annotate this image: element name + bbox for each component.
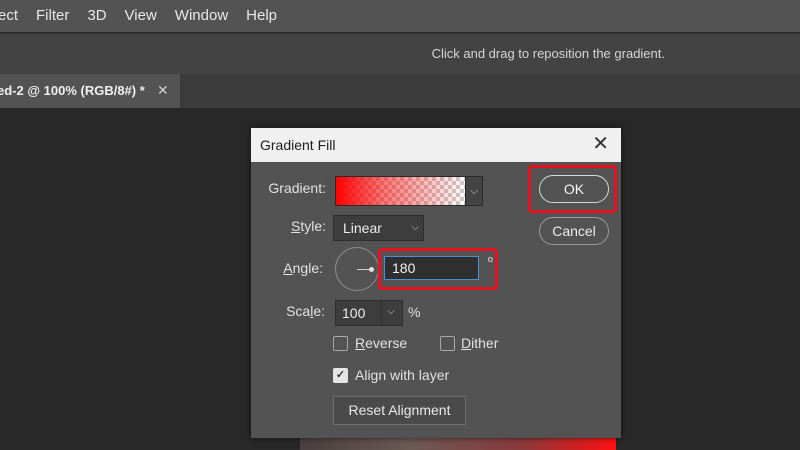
angle-label-rest: ngle: <box>292 260 323 276</box>
style-label: Style: <box>246 218 326 234</box>
menu-bar: ect Filter 3D View Window Help <box>0 0 800 32</box>
tab-close-icon[interactable]: ✕ <box>157 74 169 107</box>
chevron-down-icon: ⌵ <box>411 222 419 233</box>
document-tab[interactable]: ed-2 @ 100% (RGB/8#) * ✕ <box>0 74 180 108</box>
gradient-swatch[interactable] <box>335 176 467 206</box>
angle-label: Angle: <box>243 260 323 276</box>
menu-item-filter[interactable]: Filter <box>27 0 78 32</box>
gradient-dropdown-chevron-icon[interactable]: ⌵ <box>465 176 483 206</box>
menu-item-help[interactable]: Help <box>237 0 286 32</box>
menu-item-view[interactable]: View <box>116 0 166 32</box>
angle-highlight-box <box>378 248 498 290</box>
angle-dial[interactable] <box>335 247 379 291</box>
scale-label: Scale: <box>245 303 325 319</box>
reverse-label-rest: everse <box>365 335 408 351</box>
scale-value: 100 <box>342 305 366 321</box>
dither-checkbox[interactable] <box>440 336 455 351</box>
menu-item-select[interactable]: ect <box>0 0 27 32</box>
document-tab-label: ed-2 @ 100% (RGB/8#) * <box>0 83 145 98</box>
document-tab-bar: ed-2 @ 100% (RGB/8#) * ✕ <box>0 74 800 108</box>
checkmark-icon: ✓ <box>335 369 346 381</box>
style-select-value: Linear <box>343 220 382 236</box>
close-icon[interactable]: ✕ <box>592 128 609 161</box>
style-label-mnemonic: S <box>290 218 301 234</box>
options-hint-text: Click and drag to reposition the gradien… <box>431 46 665 61</box>
dialog-title: Gradient Fill <box>260 137 336 153</box>
style-select[interactable]: Linear ⌵ <box>333 215 424 241</box>
ok-highlight-box <box>528 165 617 213</box>
reverse-label: Reverse <box>355 335 407 351</box>
options-bar: Click and drag to reposition the gradien… <box>0 33 800 75</box>
scale-label-pre: Sca <box>286 303 311 319</box>
scale-dropdown-chevron-icon[interactable]: ⌵ <box>381 300 400 324</box>
menu-item-window[interactable]: Window <box>166 0 237 32</box>
dither-label-rest: ither <box>471 335 499 351</box>
reverse-checkbox[interactable] <box>333 336 348 351</box>
angle-label-mnemonic: A <box>283 260 293 276</box>
canvas-image <box>300 436 616 450</box>
gradient-label: Gradient: <box>268 180 326 196</box>
scale-label-rest: e: <box>313 303 325 319</box>
percent-label: % <box>408 304 421 320</box>
reverse-label-mnemonic: R <box>355 335 366 351</box>
menu-item-3d[interactable]: 3D <box>78 0 115 32</box>
cancel-button[interactable]: Cancel <box>539 217 609 245</box>
align-with-layer-label: Align with layer <box>355 367 450 383</box>
align-with-layer-checkbox[interactable]: ✓ <box>333 368 348 383</box>
dialog-title-bar[interactable]: Gradient Fill ✕ <box>251 128 621 162</box>
gradient-fill-dialog: Gradient Fill ✕ Gradient: ⌵ Style: Linea… <box>251 128 621 438</box>
reset-alignment-button[interactable]: Reset Alignment <box>333 396 466 425</box>
style-label-rest: tyle: <box>300 218 326 234</box>
dither-label: Dither <box>461 335 498 351</box>
dither-label-mnemonic: D <box>461 335 472 351</box>
angle-dial-handle <box>369 267 374 272</box>
